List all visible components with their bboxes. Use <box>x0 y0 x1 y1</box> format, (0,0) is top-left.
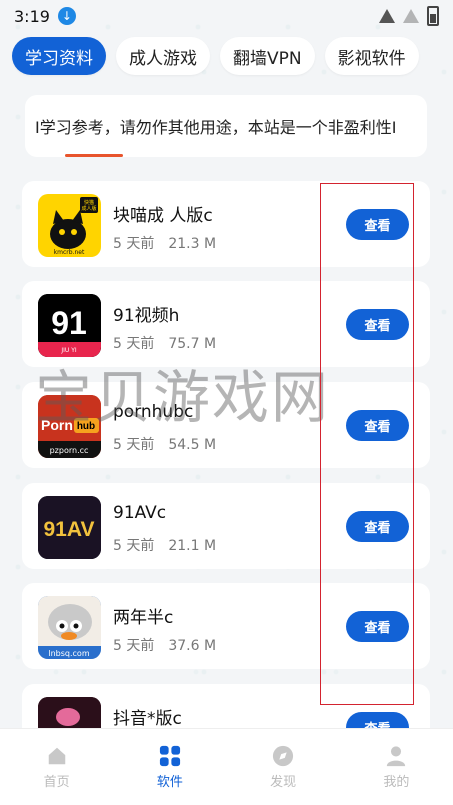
svg-text:91AV: 91AV <box>44 518 95 541</box>
nav-home[interactable]: 首页 <box>12 745 102 790</box>
app-meta: 5 天前 21.3 M <box>113 233 216 253</box>
svg-text:成人版: 成人版 <box>81 205 96 212</box>
app-age: 5 天前 <box>113 236 155 252</box>
app-age: 5 天前 <box>113 437 155 453</box>
bottom-nav: 首页 软件 发现 我的 <box>0 728 453 805</box>
tab-study[interactable]: 学习资料 <box>12 37 106 75</box>
app-size: 37.6 M <box>168 638 217 654</box>
app-size: 21.3 M <box>168 236 217 252</box>
app-age: 5 天前 <box>113 538 155 554</box>
svg-text:91: 91 <box>51 305 87 341</box>
tab-video-apps[interactable]: 影视软件 <box>324 37 419 75</box>
app-meta: 5 天前 54.5 M <box>113 434 216 454</box>
nav-me[interactable]: 我的 <box>351 745 441 790</box>
nav-label: 首页 <box>43 774 70 790</box>
battery-icon <box>427 6 439 26</box>
app-age: 5 天前 <box>113 638 155 654</box>
app-meta: 5 天前 21.1 M <box>113 535 216 555</box>
notice-card: I学习参考，请勿作其他用途，本站是一个非盈利性I <box>25 95 427 157</box>
nav-label: 发现 <box>270 774 297 790</box>
nav-discover[interactable]: 发现 <box>238 745 328 790</box>
app-name: 块喵成 人版c <box>113 206 213 226</box>
highlight-box <box>320 183 414 705</box>
user-icon <box>387 745 406 766</box>
svg-text:lnbsq.com: lnbsq.com <box>48 649 89 658</box>
91av-icon: 91AV <box>38 496 101 559</box>
status-time: 3:19 <box>14 6 50 26</box>
app-size: 54.5 M <box>168 437 217 453</box>
app-size: 21.1 M <box>168 538 217 554</box>
app-name: 91视频h <box>113 306 180 326</box>
signal-icon <box>403 9 419 23</box>
app-size: 75.7 M <box>168 336 217 352</box>
cartoon-icon: lnbsq.com <box>38 596 101 659</box>
category-tabs: 学习资料 成人游戏 翻墙VPN 影视软件 <box>12 37 419 75</box>
app-age: 5 天前 <box>113 336 155 352</box>
tab-vpn[interactable]: 翻墙VPN <box>220 37 315 75</box>
svg-text:kmcrb.net: kmcrb.net <box>54 249 85 256</box>
download-icon: ↓ <box>57 7 76 25</box>
nav-label: 软件 <box>156 774 183 790</box>
app-name: 91AVc <box>113 503 167 523</box>
nav-label: 我的 <box>383 774 410 790</box>
app-name: 抖音*版c <box>113 709 182 729</box>
svg-text:快猫: 快猫 <box>84 199 94 206</box>
apps-grid-icon <box>159 745 180 766</box>
watermark: 宝贝游戏网 <box>35 365 330 431</box>
svg-text:pzporn.cc: pzporn.cc <box>50 446 89 455</box>
app-name: 两年半c <box>113 608 174 628</box>
cat-icon: 快猫 成人版 kmcrb.net <box>38 194 101 257</box>
nav-apps[interactable]: 软件 <box>125 745 215 790</box>
status-bar: 3:19 ↓ <box>0 0 453 32</box>
app-meta: 5 天前 75.7 M <box>113 333 216 353</box>
91-video-icon: 91 JIU YI <box>38 294 101 357</box>
notice-text: I学习参考，请勿作其他用途，本站是一个非盈利性I <box>35 118 397 137</box>
wifi-icon <box>379 9 395 23</box>
tab-adult-games[interactable]: 成人游戏 <box>116 37 210 75</box>
app-meta: 5 天前 37.6 M <box>113 635 216 655</box>
compass-icon <box>273 745 294 766</box>
home-icon <box>48 747 65 764</box>
notice-stripe <box>65 154 123 157</box>
